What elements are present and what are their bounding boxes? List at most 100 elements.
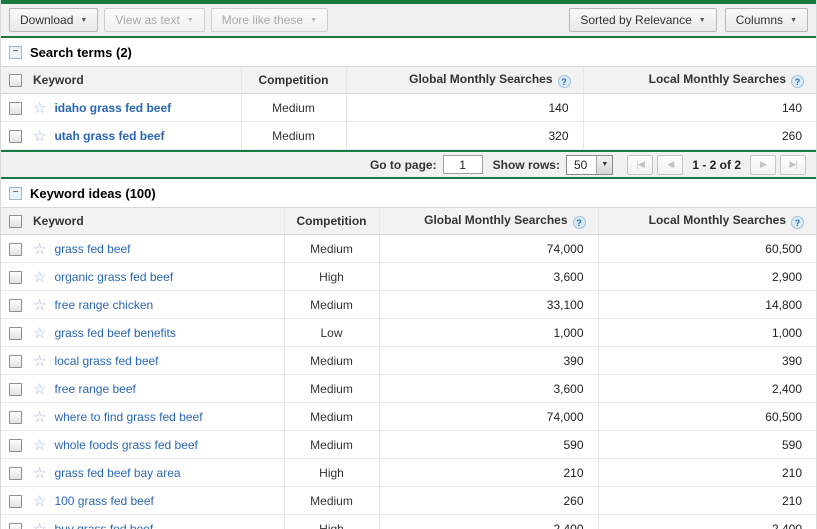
- global-searches-value: 260: [379, 487, 598, 515]
- competition-value: Medium: [284, 403, 379, 431]
- row-checkbox[interactable]: [9, 327, 22, 340]
- keyword-link[interactable]: buy grass fed beef: [54, 522, 153, 529]
- star-icon[interactable]: ☆: [33, 465, 46, 482]
- local-searches-value: 14,800: [598, 291, 816, 319]
- chevron-down-icon: ▼: [80, 17, 87, 24]
- first-page-button[interactable]: |◀: [627, 155, 653, 175]
- keyword-link[interactable]: grass fed beef: [54, 242, 130, 256]
- star-icon[interactable]: ☆: [33, 100, 46, 117]
- row-checkbox[interactable]: [9, 355, 22, 368]
- keyword-link[interactable]: utah grass fed beef: [54, 129, 164, 143]
- keyword-ideas-table: Keyword Competition Global Monthly Searc…: [1, 207, 816, 529]
- chevron-down-icon: ▼: [596, 156, 612, 174]
- competition-value: High: [284, 263, 379, 291]
- star-icon[interactable]: ☆: [33, 353, 46, 370]
- pagination-bar: Go to page: Show rows: 50 ▼ |◀ ◀ 1 - 2 o…: [1, 152, 816, 179]
- help-icon[interactable]: ?: [791, 216, 804, 229]
- global-searches-value: 390: [379, 347, 598, 375]
- columns-button[interactable]: Columns ▼: [725, 8, 808, 32]
- keyword-tool-results-page: Download ▼ View as text ▼ More like thes…: [0, 0, 817, 529]
- chevron-down-icon: ▼: [790, 17, 797, 24]
- star-icon[interactable]: ☆: [33, 297, 46, 314]
- star-icon[interactable]: ☆: [33, 437, 46, 454]
- competition-value: Medium: [284, 487, 379, 515]
- competition-value: Medium: [241, 94, 346, 122]
- star-icon[interactable]: ☆: [33, 409, 46, 426]
- table-row: ☆grass fed beef bay area High 210 210: [1, 459, 816, 487]
- keyword-link[interactable]: grass fed beef benefits: [54, 326, 175, 340]
- sorted-by-relevance-button[interactable]: Sorted by Relevance ▼: [569, 8, 716, 32]
- row-checkbox[interactable]: [9, 467, 22, 480]
- star-icon[interactable]: ☆: [33, 241, 46, 258]
- row-checkbox[interactable]: [9, 523, 22, 529]
- keyword-link[interactable]: free range beef: [54, 382, 135, 396]
- row-checkbox[interactable]: [9, 130, 22, 143]
- sorted-by-relevance-label: Sorted by Relevance: [580, 13, 691, 27]
- keyword-ideas-header-row: Keyword Competition Global Monthly Searc…: [1, 208, 816, 235]
- show-rows-selected-value: 50: [567, 156, 596, 174]
- help-icon[interactable]: ?: [573, 216, 586, 229]
- previous-page-button[interactable]: ◀: [657, 155, 683, 175]
- global-searches-value: 320: [346, 122, 583, 150]
- view-as-text-button[interactable]: View as text ▼: [104, 8, 204, 32]
- more-like-these-button[interactable]: More like these ▼: [211, 8, 328, 32]
- next-page-button[interactable]: ▶: [750, 155, 776, 175]
- more-like-these-button-label: More like these: [222, 13, 303, 27]
- chevron-down-icon: ▼: [310, 17, 317, 24]
- keyword-link[interactable]: organic grass fed beef: [54, 270, 173, 284]
- competition-value: Medium: [284, 375, 379, 403]
- keyword-link[interactable]: 100 grass fed beef: [54, 494, 153, 508]
- local-searches-header-label: Local Monthly Searches: [649, 213, 786, 227]
- local-searches-value: 590: [598, 431, 816, 459]
- table-row: ☆buy grass fed beef High 2,400 2,400: [1, 515, 816, 529]
- row-checkbox[interactable]: [9, 439, 22, 452]
- keyword-link[interactable]: free range chicken: [54, 298, 153, 312]
- keyword-link[interactable]: where to find grass fed beef: [54, 410, 202, 424]
- keyword-link[interactable]: grass fed beef bay area: [54, 466, 180, 480]
- global-searches-value: 74,000: [379, 235, 598, 263]
- star-icon[interactable]: ☆: [33, 521, 46, 529]
- select-all-checkbox[interactable]: [9, 74, 22, 87]
- go-to-page-label: Go to page:: [370, 158, 437, 172]
- search-terms-section-header: − Search terms (2): [1, 38, 816, 66]
- help-icon[interactable]: ?: [791, 75, 804, 88]
- row-checkbox[interactable]: [9, 383, 22, 396]
- star-icon[interactable]: ☆: [33, 128, 46, 145]
- row-checkbox[interactable]: [9, 299, 22, 312]
- page-number-input[interactable]: [443, 155, 483, 174]
- global-searches-value: 33,100: [379, 291, 598, 319]
- search-terms-header-row: Keyword Competition Global Monthly Searc…: [1, 67, 816, 94]
- last-page-button[interactable]: ▶|: [780, 155, 806, 175]
- table-row: ☆grass fed beef benefits Low 1,000 1,000: [1, 319, 816, 347]
- star-icon[interactable]: ☆: [33, 381, 46, 398]
- keyword-ideas-section-header: − Keyword ideas (100): [1, 179, 816, 207]
- local-searches-header-label: Local Monthly Searches: [649, 72, 786, 86]
- star-icon[interactable]: ☆: [33, 325, 46, 342]
- star-icon[interactable]: ☆: [33, 493, 46, 510]
- table-row: ☆local grass fed beef Medium 390 390: [1, 347, 816, 375]
- keyword-link[interactable]: whole foods grass fed beef: [54, 438, 197, 452]
- local-searches-value: 210: [598, 459, 816, 487]
- chevron-down-icon: ▼: [699, 17, 706, 24]
- select-all-checkbox[interactable]: [9, 215, 22, 228]
- download-button[interactable]: Download ▼: [9, 8, 98, 32]
- keyword-link[interactable]: local grass fed beef: [54, 354, 158, 368]
- collapse-minus-icon[interactable]: −: [9, 187, 22, 200]
- table-row: ☆free range beef Medium 3,600 2,400: [1, 375, 816, 403]
- row-checkbox[interactable]: [9, 243, 22, 256]
- table-row: ☆free range chicken Medium 33,100 14,800: [1, 291, 816, 319]
- row-checkbox[interactable]: [9, 102, 22, 115]
- row-checkbox[interactable]: [9, 271, 22, 284]
- collapse-minus-icon[interactable]: −: [9, 46, 22, 59]
- row-checkbox[interactable]: [9, 411, 22, 424]
- columns-button-label: Columns: [736, 13, 783, 27]
- row-checkbox[interactable]: [9, 495, 22, 508]
- local-searches-value: 210: [598, 487, 816, 515]
- star-icon[interactable]: ☆: [33, 269, 46, 286]
- global-searches-value: 590: [379, 431, 598, 459]
- help-icon[interactable]: ?: [558, 75, 571, 88]
- competition-column-header: Competition: [241, 67, 346, 94]
- keyword-link[interactable]: idaho grass fed beef: [54, 101, 171, 115]
- show-rows-select[interactable]: 50 ▼: [566, 155, 613, 175]
- local-searches-value: 390: [598, 347, 816, 375]
